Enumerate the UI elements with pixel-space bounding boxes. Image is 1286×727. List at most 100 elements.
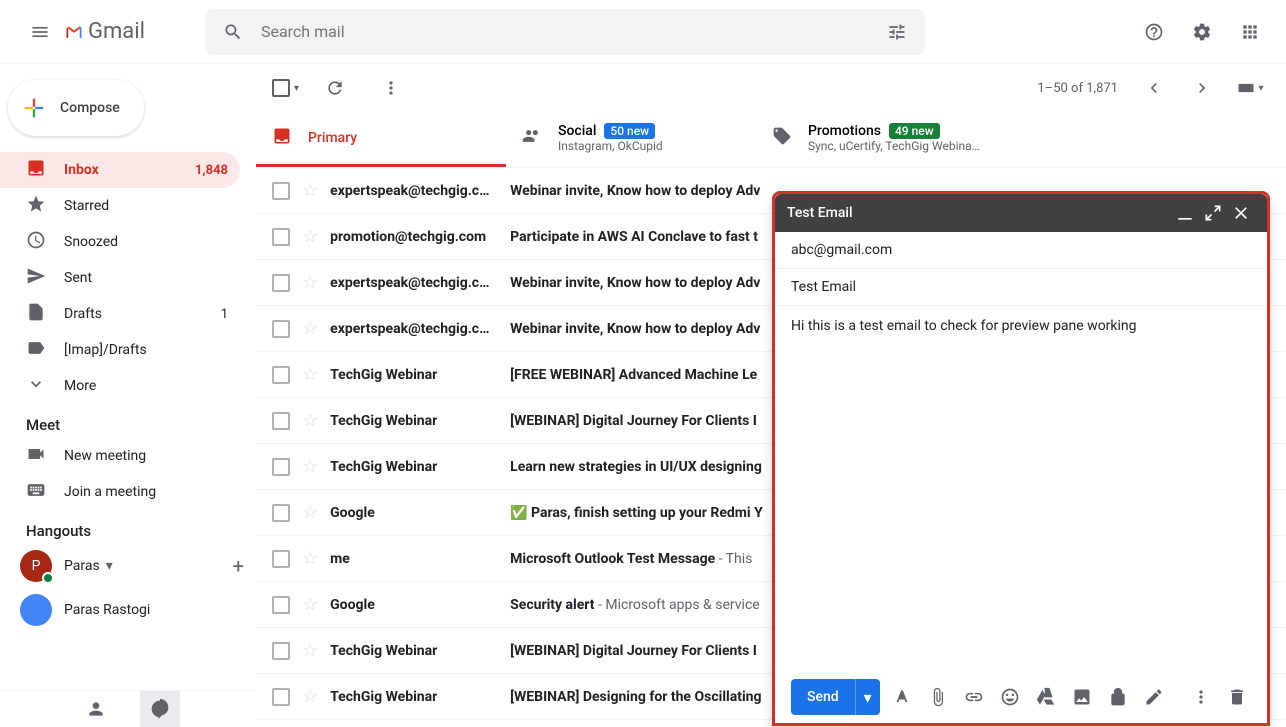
contact-avatar bbox=[20, 594, 52, 626]
keyboard-icon bbox=[26, 480, 46, 504]
sidebar-item-drafts[interactable]: Drafts 1 bbox=[0, 296, 240, 332]
compose-header[interactable]: Test Email bbox=[775, 194, 1267, 232]
tab-badge: 50 new bbox=[604, 123, 655, 139]
compose-body[interactable]: Hi this is a test email to check for pre… bbox=[775, 306, 1267, 671]
next-page-button[interactable] bbox=[1182, 68, 1222, 108]
tab-promotions[interactable]: Promotions49 new Sync, uCertify, TechGig… bbox=[756, 112, 1006, 167]
confidential-button[interactable] bbox=[1104, 683, 1132, 711]
row-checkbox[interactable] bbox=[272, 182, 290, 200]
row-checkbox[interactable] bbox=[272, 320, 290, 338]
apps-button[interactable] bbox=[1230, 12, 1270, 52]
contacts-tab[interactable] bbox=[76, 691, 116, 727]
minimize-button[interactable] bbox=[1171, 199, 1199, 227]
caret-down-icon[interactable]: ▾ bbox=[106, 558, 113, 574]
hangouts-user[interactable]: P Paras ▾ + bbox=[0, 544, 256, 588]
send-button[interactable]: Send ▾ bbox=[791, 679, 880, 715]
nav-label: Starred bbox=[64, 198, 109, 214]
row-checkbox[interactable] bbox=[272, 412, 290, 430]
chevron-left-icon bbox=[1144, 78, 1164, 98]
email-sender: expertspeak@techgig.c… bbox=[330, 275, 510, 291]
sidebar-item-imap-drafts[interactable]: [Imap]/Drafts bbox=[0, 332, 240, 368]
sidebar-item-sent[interactable]: Sent bbox=[0, 260, 240, 296]
compose-to-field[interactable]: abc@gmail.com bbox=[775, 232, 1267, 269]
fullscreen-button[interactable] bbox=[1199, 199, 1227, 227]
compose-title: Test Email bbox=[787, 205, 1171, 221]
send-options-button[interactable]: ▾ bbox=[855, 679, 880, 715]
close-icon bbox=[1231, 203, 1251, 223]
star-button[interactable]: ☆ bbox=[302, 502, 318, 523]
star-button[interactable]: ☆ bbox=[302, 364, 318, 385]
row-checkbox[interactable] bbox=[272, 458, 290, 476]
compose-subject-field[interactable]: Test Email bbox=[775, 269, 1267, 306]
row-checkbox[interactable] bbox=[272, 642, 290, 660]
email-sender: TechGig Webinar bbox=[330, 413, 510, 429]
pagination-text: 1–50 of 1,871 bbox=[1037, 81, 1118, 96]
expand-icon bbox=[1203, 203, 1223, 223]
prev-page-button[interactable] bbox=[1134, 68, 1174, 108]
support-button[interactable] bbox=[1134, 12, 1174, 52]
meet-section-label: Meet bbox=[0, 404, 256, 438]
star-button[interactable]: ☆ bbox=[302, 272, 318, 293]
input-tools-button[interactable]: ▾ bbox=[1230, 68, 1270, 108]
row-checkbox[interactable] bbox=[272, 504, 290, 522]
search-icon[interactable] bbox=[213, 12, 253, 52]
star-button[interactable]: ☆ bbox=[302, 594, 318, 615]
compose-button[interactable]: Compose bbox=[8, 80, 144, 136]
hangouts-contact[interactable]: Paras Rastogi bbox=[0, 588, 256, 632]
refresh-button[interactable] bbox=[315, 68, 355, 108]
star-button[interactable]: ☆ bbox=[302, 456, 318, 477]
sidebar-item-inbox[interactable]: Inbox 1,848 bbox=[0, 152, 240, 188]
star-button[interactable]: ☆ bbox=[302, 180, 318, 201]
caret-down-icon[interactable]: ▾ bbox=[294, 83, 299, 94]
search-input[interactable] bbox=[253, 22, 877, 41]
email-sender: me bbox=[330, 551, 510, 567]
star-button[interactable]: ☆ bbox=[302, 226, 318, 247]
star-button[interactable]: ☆ bbox=[302, 640, 318, 661]
row-checkbox[interactable] bbox=[272, 228, 290, 246]
clock-icon bbox=[26, 230, 46, 254]
sidebar-item-snoozed[interactable]: Snoozed bbox=[0, 224, 240, 260]
new-meeting-button[interactable]: New meeting bbox=[0, 438, 240, 474]
join-meeting-button[interactable]: Join a meeting bbox=[0, 474, 240, 510]
row-checkbox[interactable] bbox=[272, 550, 290, 568]
sidebar-item-starred[interactable]: Starred bbox=[0, 188, 240, 224]
more-options-button[interactable] bbox=[1187, 683, 1215, 711]
gmail-logo[interactable]: Gmail bbox=[64, 19, 145, 44]
tab-primary[interactable]: Primary bbox=[256, 112, 506, 167]
formatting-button[interactable] bbox=[888, 683, 916, 711]
sidebar-item-more[interactable]: More bbox=[0, 368, 240, 404]
row-checkbox[interactable] bbox=[272, 688, 290, 706]
more-button[interactable] bbox=[371, 68, 411, 108]
nav-label: More bbox=[64, 378, 96, 394]
search-bar[interactable] bbox=[205, 9, 925, 55]
lock-clock-icon bbox=[1108, 687, 1128, 707]
star-button[interactable]: ☆ bbox=[302, 318, 318, 339]
close-button[interactable] bbox=[1227, 199, 1255, 227]
row-checkbox[interactable] bbox=[272, 366, 290, 384]
star-button[interactable]: ☆ bbox=[302, 686, 318, 707]
nav-label: Snoozed bbox=[64, 234, 118, 250]
discard-button[interactable] bbox=[1223, 683, 1251, 711]
tab-social[interactable]: Social50 new Instagram, OkCupid bbox=[506, 112, 756, 167]
logo-text: Gmail bbox=[88, 19, 145, 44]
more-vert-icon bbox=[381, 78, 401, 98]
row-checkbox[interactable] bbox=[272, 596, 290, 614]
signature-button[interactable] bbox=[1140, 683, 1168, 711]
nav-count: 1,848 bbox=[195, 163, 228, 178]
drive-button[interactable] bbox=[1032, 683, 1060, 711]
draft-icon bbox=[26, 302, 46, 326]
hangouts-tab[interactable] bbox=[140, 691, 180, 727]
add-hangout-button[interactable]: + bbox=[233, 554, 244, 578]
star-button[interactable]: ☆ bbox=[302, 548, 318, 569]
star-button[interactable]: ☆ bbox=[302, 410, 318, 431]
attach-button[interactable] bbox=[924, 683, 952, 711]
apps-icon bbox=[1240, 22, 1260, 42]
photo-button[interactable] bbox=[1068, 683, 1096, 711]
emoji-button[interactable] bbox=[996, 683, 1024, 711]
row-checkbox[interactable] bbox=[272, 274, 290, 292]
select-all-checkbox[interactable]: ▾ bbox=[272, 79, 299, 97]
search-options-icon[interactable] bbox=[877, 12, 917, 52]
settings-button[interactable] bbox=[1182, 12, 1222, 52]
link-button[interactable] bbox=[960, 683, 988, 711]
main-menu-button[interactable] bbox=[16, 8, 64, 56]
